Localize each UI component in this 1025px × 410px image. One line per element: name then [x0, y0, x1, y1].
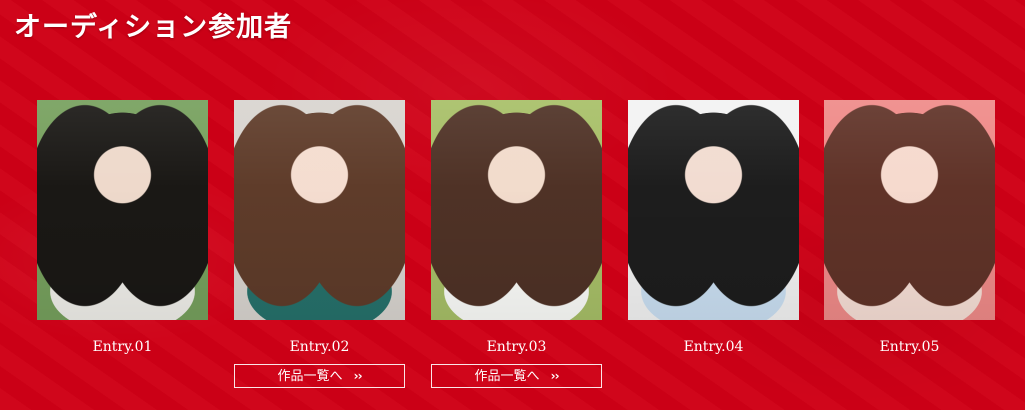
- entry-label-04: Entry.04: [683, 339, 744, 355]
- entry-label-01: Entry.01: [92, 339, 153, 355]
- entry-card-02[interactable]: Entry.02 作品一覧へ ››: [234, 100, 405, 388]
- entry-photo-03[interactable]: [431, 100, 602, 320]
- double-chevron-right-icon: ››: [353, 369, 363, 383]
- entry-photo-04[interactable]: [628, 100, 799, 320]
- works-button-label-02: 作品一覧へ: [277, 369, 343, 384]
- double-chevron-right-icon: ››: [550, 369, 560, 383]
- works-list-button-02[interactable]: 作品一覧へ ››: [234, 364, 405, 388]
- entry-photo-05[interactable]: [824, 100, 995, 320]
- entry-card-05[interactable]: Entry.05: [824, 100, 995, 356]
- works-button-label-03: 作品一覧へ: [474, 369, 540, 384]
- works-list-button-03[interactable]: 作品一覧へ ››: [431, 364, 602, 388]
- entry-label-05: Entry.05: [879, 339, 940, 355]
- entry-photo-01[interactable]: [37, 100, 208, 320]
- page-title: オーディション参加者: [14, 12, 293, 43]
- entry-card-03[interactable]: Entry.03 作品一覧へ ››: [431, 100, 602, 388]
- entry-photo-02[interactable]: [234, 100, 405, 320]
- entry-card-04[interactable]: Entry.04: [628, 100, 799, 356]
- entry-label-02: Entry.02: [289, 339, 350, 355]
- entry-label-03: Entry.03: [486, 339, 547, 355]
- entry-card-01[interactable]: Entry.01: [37, 100, 208, 356]
